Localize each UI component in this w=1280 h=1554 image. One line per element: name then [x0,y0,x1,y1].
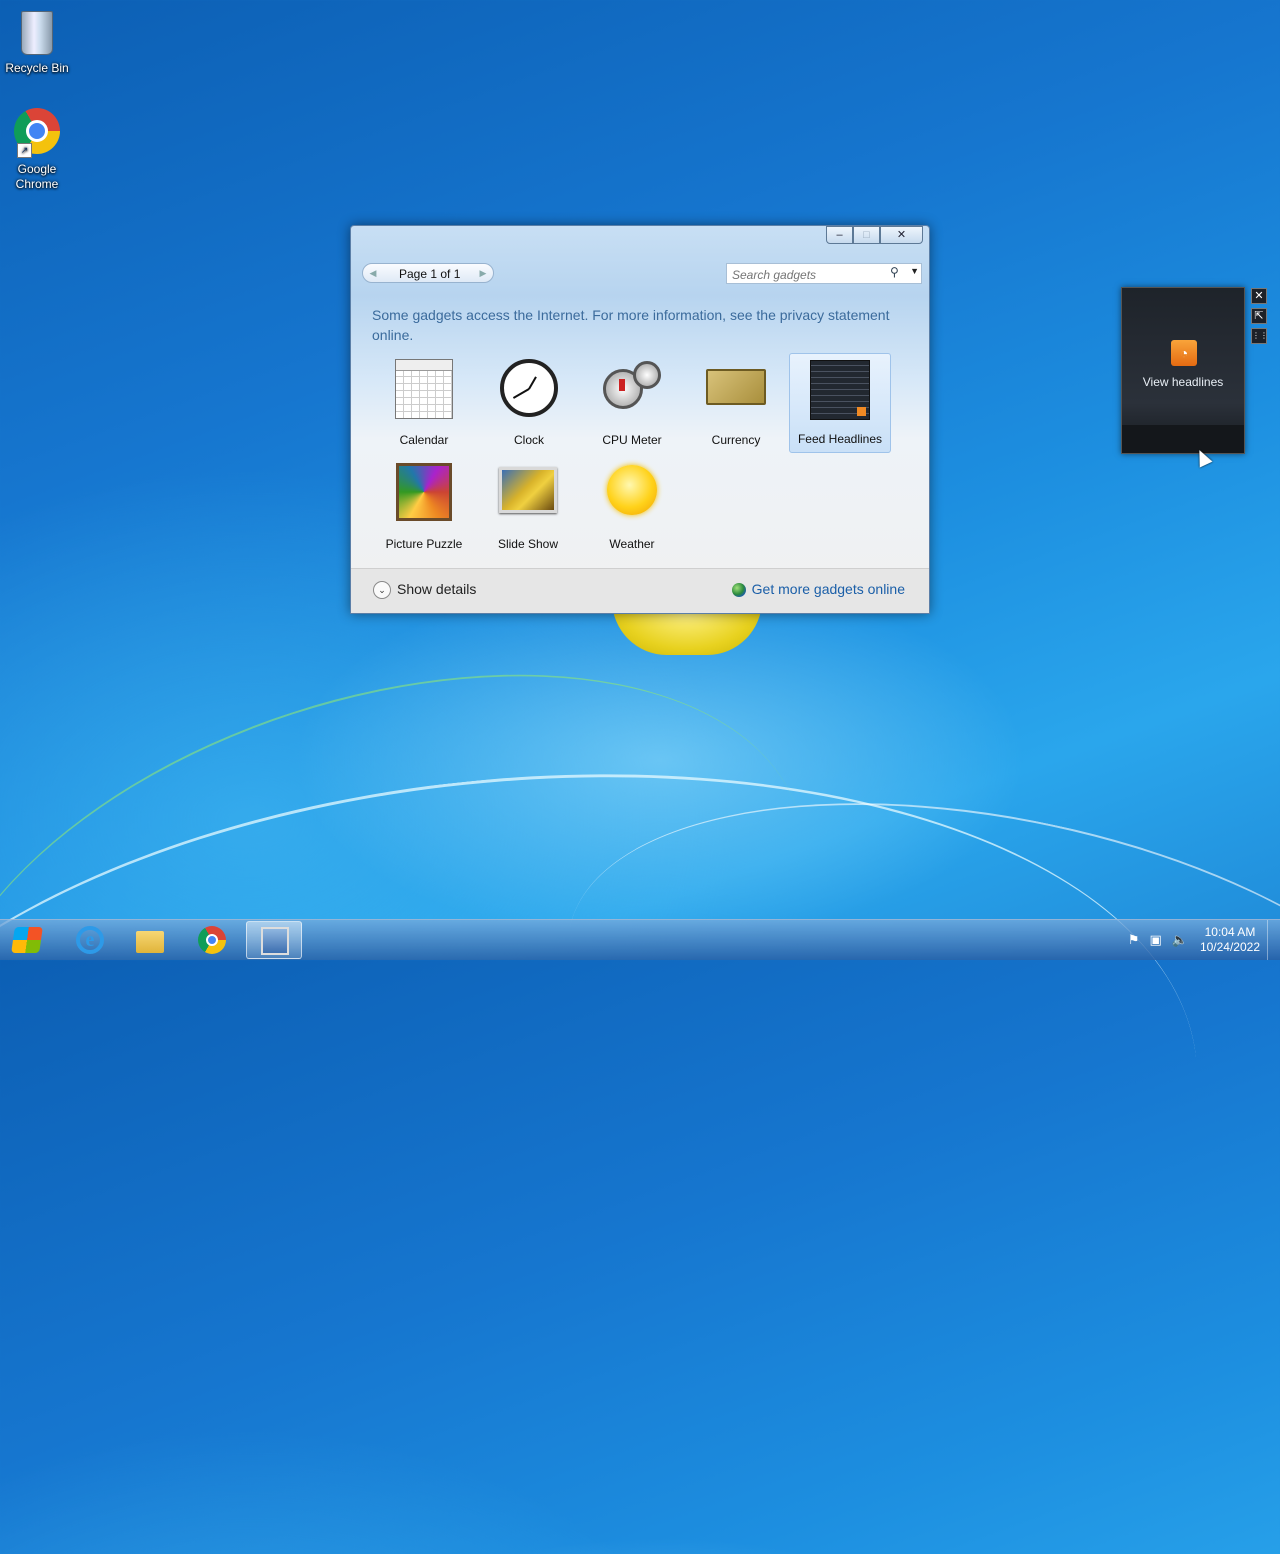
taskbar-google-chrome[interactable] [184,921,240,959]
desktop-icon-google-chrome[interactable]: ↗ Google Chrome [0,108,74,192]
gallery-footer: ⌄ Show details Get more gadgets online [351,568,929,613]
start-button[interactable] [0,920,56,960]
cpu-meter-gadget-icon [600,361,664,425]
weather-gadget-icon [600,465,664,529]
internet-explorer-icon: e [76,926,104,954]
gadget-close-button[interactable]: ✕ [1251,288,1267,304]
gadget-label: CPU Meter [602,433,662,447]
desktop-icon-recycle-bin[interactable]: Recycle Bin [0,8,74,75]
caption-buttons: – □ ✕ [826,226,923,244]
desktop-icon-label: Google Chrome [15,162,59,191]
gadget-tile-weather[interactable]: Weather [581,457,683,557]
next-page-button[interactable]: ▶ [476,266,490,280]
gadget-tile-calendar[interactable]: Calendar [373,353,475,453]
show-desktop-button[interactable] [1267,920,1280,960]
gadget-label: Weather [609,537,655,551]
gadget-label: Clock [513,433,544,447]
feed-headlines-gadget[interactable]: ◔ View headlines [1121,287,1245,454]
network-icon[interactable]: ▣ [1150,932,1162,948]
gadget-label: Calendar [399,433,449,447]
taskbar: e ⚑ ▣ 🔈 10:04 AM 10/24/2022 [0,919,1280,960]
gadget-size-button[interactable]: ⇱ [1251,308,1267,324]
maximize-button[interactable]: □ [853,226,880,244]
clock-date: 10/24/2022 [1199,940,1260,954]
gadget-tile-clock[interactable]: Clock [478,353,580,453]
get-more-gadgets-link[interactable]: Get more gadgets online [731,581,905,598]
gadget-tile-feed-headlines[interactable]: Feed Headlines [789,353,891,453]
folder-icon [136,931,164,953]
taskbar-windows-explorer[interactable] [122,921,178,959]
view-headlines-label[interactable]: View headlines [1122,375,1244,389]
gadget-bottom-bar [1122,425,1244,453]
volume-muted-icon[interactable]: 🔈 [1172,932,1188,948]
chrome-icon: ↗ [13,108,61,158]
search-box: ⚲ ▼ [726,263,922,285]
chevron-down-icon: ⌄ [373,581,391,600]
search-input[interactable] [727,264,894,285]
gadget-drag-handle[interactable]: ⋮⋮ [1251,328,1268,344]
taskbar-gadget-gallery[interactable] [246,921,302,959]
gadget-gallery-icon [261,927,289,955]
gadget-tile-slide-show[interactable]: Slide Show [477,457,579,557]
previous-page-button[interactable]: ◀ [366,266,380,280]
taskbar-internet-explorer[interactable]: e [62,921,118,959]
feed-headlines-gadget-icon [808,360,872,424]
clock-time: 10:04 AM [1204,925,1256,939]
search-icon[interactable]: ⚲ [890,265,899,279]
currency-gadget-icon [704,369,768,433]
gadget-label: Feed Headlines [797,432,883,446]
clock-gadget-icon [497,359,561,423]
gadget-gallery-window: – □ ✕ ◀ Page 1 of 1 ▶ ⚲ ▼ Some gadgets a… [350,225,930,614]
internet-access-notice: Some gadgets access the Internet. For mo… [372,307,890,343]
chevron-down-icon[interactable]: ▼ [910,266,919,276]
minimize-button[interactable]: – [826,226,853,244]
notification-area: ⚑ ▣ 🔈 [1128,932,1188,948]
action-center-flag-icon[interactable]: ⚑ [1128,932,1140,948]
gadget-label: Picture Puzzle [385,537,463,551]
chrome-icon [198,926,226,954]
calendar-gadget-icon [392,359,456,423]
get-more-label: Get more gadgets online [751,581,905,597]
desktop-icon-label: Recycle Bin [5,61,69,75]
show-details-label: Show details [397,581,477,597]
page-indicator: Page 1 of 1 [399,267,461,281]
slide-show-gadget-icon [496,467,560,531]
page-navigator: ◀ Page 1 of 1 ▶ [362,263,494,283]
close-button[interactable]: ✕ [880,226,923,244]
shortcut-arrow-icon: ↗ [17,143,32,158]
gadget-label: Currency [711,433,761,447]
taskbar-clock[interactable]: 10:04 AM 10/24/2022 [1200,925,1260,955]
windows-logo-icon [11,927,43,953]
gadget-tile-cpu-meter[interactable]: CPU Meter [581,353,683,453]
rss-icon: ◔ [1171,340,1197,366]
gadget-label: Slide Show [497,537,559,551]
gadget-tile-currency[interactable]: Currency [685,353,787,453]
gadget-tile-picture-puzzle[interactable]: Picture Puzzle [373,457,475,557]
globe-icon [731,583,746,598]
picture-puzzle-gadget-icon [392,463,456,527]
recycle-bin-icon [13,11,61,59]
show-details-toggle[interactable]: ⌄ Show details [373,581,477,600]
